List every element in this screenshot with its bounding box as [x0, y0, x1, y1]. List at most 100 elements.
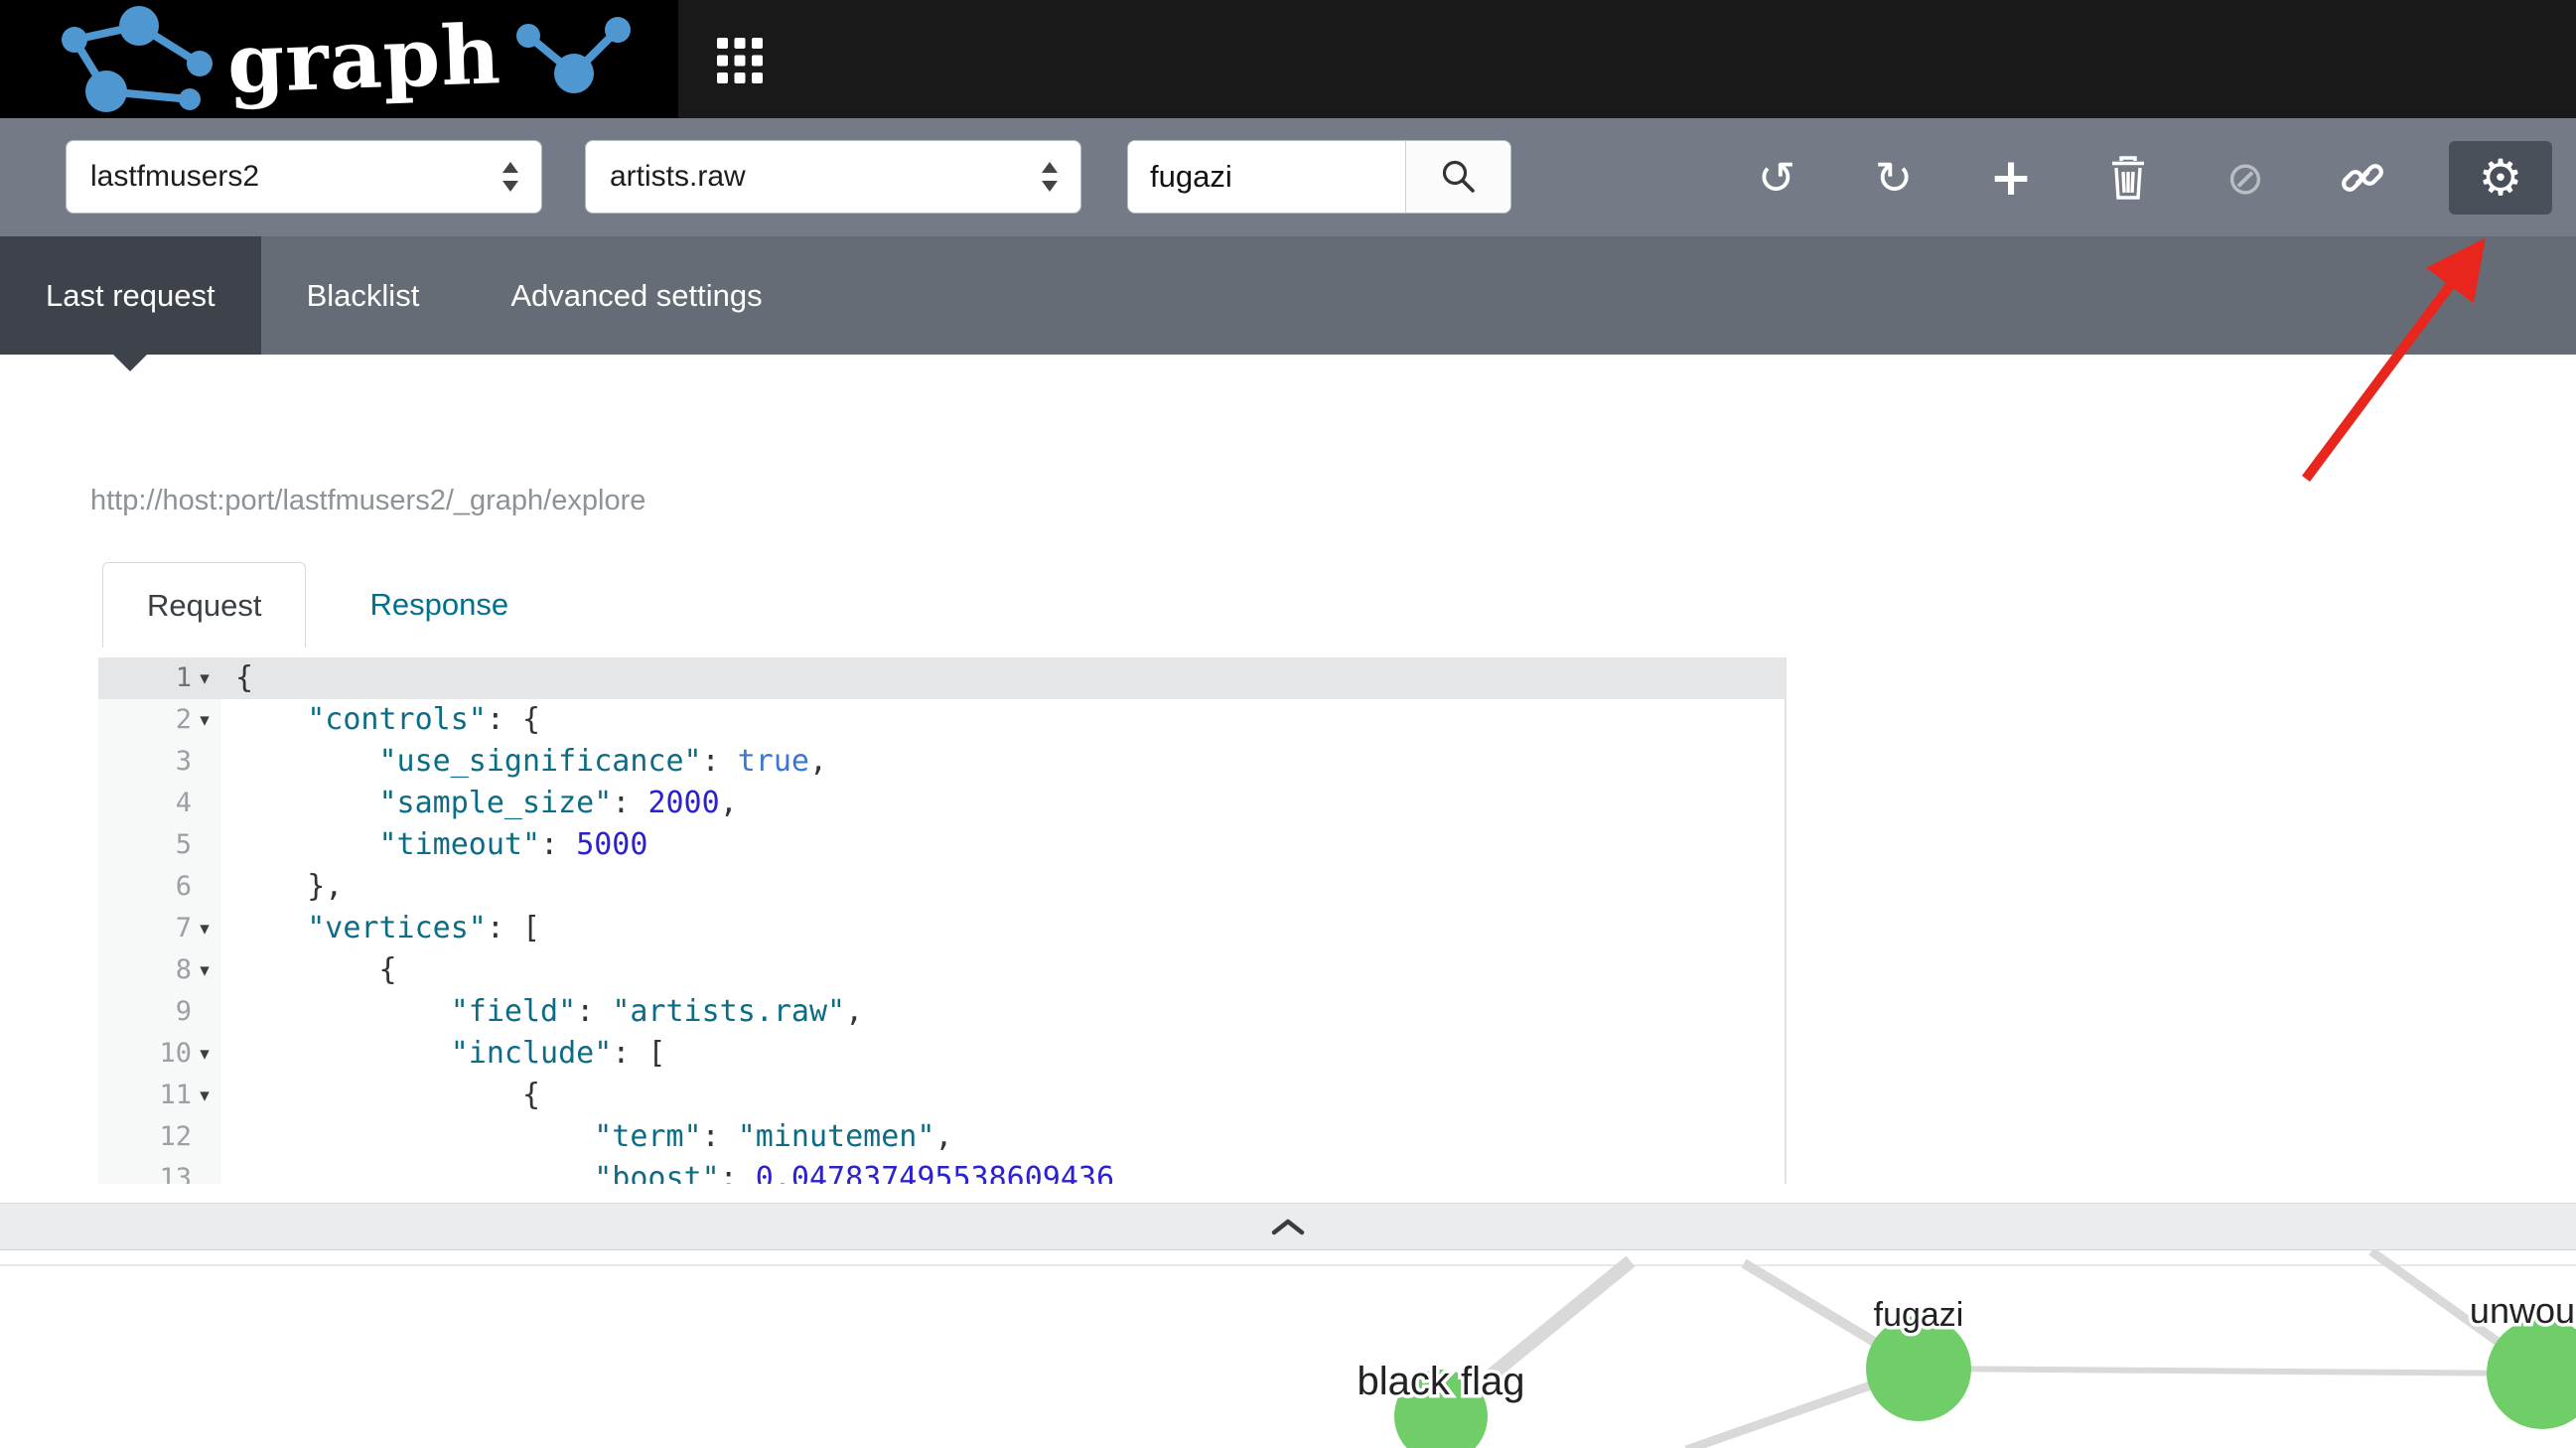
line-number: 3	[98, 741, 221, 783]
graph-node[interactable]	[2487, 1318, 2576, 1429]
line-number: 6	[98, 866, 221, 908]
editor-line[interactable]: 11▾ {	[98, 1075, 1785, 1116]
gear-icon: ⚙	[2479, 153, 2523, 203]
logo-text: graph	[225, 14, 501, 105]
fold-caret-icon[interactable]: ▾	[192, 1075, 217, 1116]
graph-node-label: black flag	[1358, 1360, 1525, 1403]
index-select-value: lastfmusers2	[90, 160, 259, 194]
fold-caret-icon[interactable]: ▾	[192, 1033, 217, 1075]
code-line-text: "use_significance": true,	[221, 741, 827, 783]
editor-line[interactable]: 9 "field": "artists.raw",	[98, 991, 1785, 1033]
plus-icon: +	[1989, 152, 2033, 204]
tab-label: Advanced settings	[510, 278, 762, 314]
logo-network-left-icon	[43, 4, 221, 115]
tab-label: Last request	[46, 278, 215, 314]
tab-label: Blacklist	[307, 278, 420, 314]
code-line-text: "term": "minutemen",	[221, 1116, 952, 1158]
chevron-up-icon	[1271, 1219, 1305, 1235]
app-switcher-button[interactable]	[713, 34, 767, 87]
block-button[interactable]: ⊘	[2215, 141, 2276, 215]
editor-line[interactable]: 8▾ {	[98, 949, 1785, 991]
editor-line[interactable]: 2▾ "controls": {	[98, 699, 1785, 741]
editor-line[interactable]: 7▾ "vertices": [	[98, 908, 1785, 949]
code-editor[interactable]: 1▾{2▾ "controls": {3 "use_significance":…	[98, 657, 2512, 1184]
delete-button[interactable]	[2097, 141, 2159, 215]
code-line-text: {	[221, 949, 397, 991]
fold-caret-icon[interactable]: ▾	[192, 949, 217, 991]
search-toolbar: lastfmusers2 artists.raw ↺ ↻ +	[0, 118, 2576, 236]
tab-request[interactable]: Request	[102, 562, 306, 648]
code-line-text: "controls": {	[221, 699, 540, 741]
block-icon: ⊘	[2226, 155, 2265, 201]
tab-advanced-settings[interactable]: Advanced settings	[465, 236, 807, 355]
tab-response[interactable]: Response	[326, 562, 552, 648]
field-select-value: artists.raw	[610, 160, 746, 194]
code-line-text: "vertices": [	[221, 908, 540, 949]
line-number: 11▾	[98, 1075, 221, 1116]
editor-line[interactable]: 1▾{	[98, 657, 1785, 699]
code-line-text: "sample_size": 2000,	[221, 783, 738, 824]
line-number: 4	[98, 783, 221, 824]
editor-line[interactable]: 10▾ "include": [	[98, 1033, 1785, 1075]
fold-caret-icon[interactable]: ▾	[192, 657, 217, 699]
link-button[interactable]	[2332, 141, 2393, 215]
code-line-text: },	[221, 866, 343, 908]
settings-tabbar: Last request Blacklist Advanced settings	[0, 236, 2576, 355]
editor-line[interactable]: 4 "sample_size": 2000,	[98, 783, 1785, 824]
settings-button[interactable]: ⚙	[2449, 141, 2552, 215]
link-icon	[2340, 155, 2385, 201]
code-line-text: "include": [	[221, 1033, 666, 1075]
redo-button[interactable]: ↻	[1863, 141, 1925, 215]
line-number: 5	[98, 824, 221, 866]
graph-logo[interactable]: graph	[0, 0, 678, 118]
code-line-text: {	[221, 1075, 540, 1116]
undo-history-icon: ↺	[1758, 155, 1796, 201]
fold-caret-icon[interactable]: ▾	[192, 699, 217, 741]
line-number: 2▾	[98, 699, 221, 741]
editor-line[interactable]: 13 "boost": 0.047837495538609436	[98, 1158, 1785, 1184]
select-stepper-icon	[1039, 159, 1061, 195]
search-input[interactable]	[1128, 141, 1405, 213]
toolbar-actions: ↺ ↻ + ⊘	[1746, 118, 2552, 236]
code-line-text: {	[221, 657, 253, 699]
editor-line[interactable]: 12 "term": "minutemen",	[98, 1116, 1785, 1158]
fold-caret-icon[interactable]: ▾	[192, 908, 217, 949]
editor-print-margin	[1785, 657, 1787, 1184]
graph-edge	[1919, 1369, 2542, 1374]
logo-network-right-icon	[506, 10, 636, 109]
request-url: http://host:port/lastfmusers2/_graph/exp…	[90, 485, 645, 517]
code-line-text: "boost": 0.047837495538609436	[221, 1158, 1114, 1184]
select-stepper-icon	[500, 159, 521, 195]
search-icon	[1440, 158, 1478, 196]
tab-blacklist[interactable]: Blacklist	[261, 236, 466, 355]
collapse-panel-button[interactable]	[0, 1203, 2576, 1250]
top-navbar: graph	[0, 0, 2576, 118]
line-number: 10▾	[98, 1033, 221, 1075]
tab-last-request[interactable]: Last request	[0, 236, 261, 355]
line-number: 8▾	[98, 949, 221, 991]
line-number: 1▾	[98, 657, 221, 699]
line-number: 12	[98, 1116, 221, 1158]
line-number: 13	[98, 1158, 221, 1184]
line-number: 7▾	[98, 908, 221, 949]
subtab-label: Request	[147, 588, 261, 624]
apps-grid-icon	[717, 38, 763, 83]
line-number: 9	[98, 991, 221, 1033]
graph-node-label: fugazi	[1874, 1296, 1964, 1334]
editor-line[interactable]: 6 },	[98, 866, 1785, 908]
trash-icon	[2108, 155, 2148, 201]
code-line-text: "timeout": 5000	[221, 824, 647, 866]
subtab-label: Response	[369, 587, 508, 623]
graph-node-label: unwound	[2470, 1290, 2576, 1331]
index-select[interactable]: lastfmusers2	[66, 140, 542, 214]
editor-line[interactable]: 5 "timeout": 5000	[98, 824, 1785, 866]
editor-line[interactable]: 3 "use_significance": true,	[98, 741, 1785, 783]
add-button[interactable]: +	[1980, 141, 2042, 215]
undo-history-button[interactable]: ↺	[1746, 141, 1807, 215]
field-select[interactable]: artists.raw	[585, 140, 1081, 214]
search-button[interactable]	[1405, 141, 1510, 213]
request-response-tabs: Request Response	[102, 562, 552, 648]
graph-canvas[interactable]: black flag fugazi unwound	[0, 1249, 2576, 1448]
redo-icon: ↻	[1875, 155, 1914, 201]
search-box	[1127, 140, 1511, 214]
